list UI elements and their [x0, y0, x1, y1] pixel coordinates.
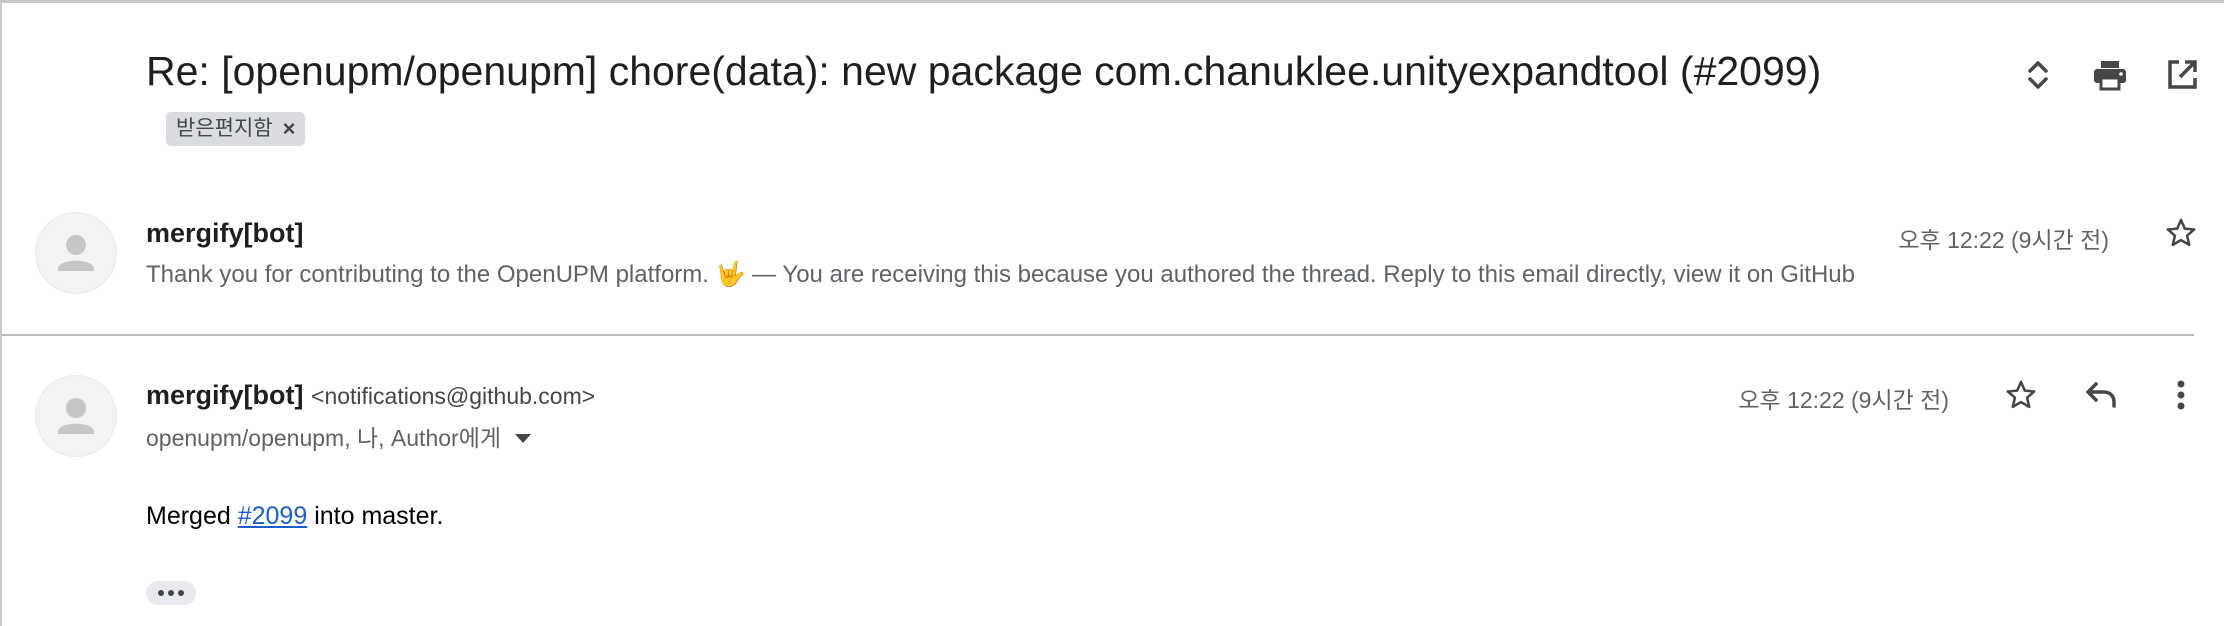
default-avatar-icon [58, 235, 94, 271]
thread-subject: Re: [openupm/openupm] chore(data): new p… [146, 43, 1866, 155]
recipients-text: openupm/openupm, 나, Author에게 [146, 425, 502, 451]
message-divider [2, 334, 2194, 336]
sender-email: <notifications@github.com> [311, 383, 596, 409]
collapsed-message-time: 오후 12:22 (9시간 전) [1898, 227, 2109, 253]
label-chip-text: 받은편지함 [176, 117, 273, 140]
show-details-dropdown-icon[interactable] [515, 433, 532, 443]
header-actions [2016, 53, 2204, 97]
message-body: Merged #2099 into master. [146, 502, 443, 531]
collapsed-message-snippet[interactable]: Thank you for contributing to the OpenUP… [146, 260, 1855, 289]
expanded-sender: mergify[bot] <notifications@github.com> [146, 380, 595, 411]
expand-collapse-icon[interactable] [2016, 53, 2060, 97]
star-icon[interactable] [2159, 211, 2203, 255]
pull-request-link[interactable]: #2099 [238, 502, 308, 530]
body-suffix: into master. [307, 502, 444, 530]
dot [158, 590, 164, 596]
sender-avatar[interactable] [35, 375, 117, 457]
print-icon[interactable] [2088, 53, 2132, 97]
email-thread-view: Re: [openupm/openupm] chore(data): new p… [0, 0, 2224, 626]
expanded-sender-name[interactable]: mergify[bot] [146, 380, 304, 410]
reply-icon[interactable] [2079, 373, 2123, 417]
dot [168, 590, 174, 596]
inbox-label-chip[interactable]: 받은편지함 × [166, 112, 306, 146]
body-prefix: Merged [146, 502, 238, 530]
collapsed-sender-name: mergify[bot] [146, 218, 304, 248]
dot [178, 590, 184, 596]
open-in-new-window-icon[interactable] [2160, 53, 2204, 97]
more-options-icon[interactable] [2159, 373, 2203, 417]
subject-text: Re: [openupm/openupm] chore(data): new p… [146, 48, 1822, 94]
recipients-line: openupm/openupm, 나, Author에게 [146, 419, 532, 453]
expanded-message-time: 오후 12:22 (9시간 전) [1738, 387, 1949, 413]
show-trimmed-content-button[interactable] [146, 581, 196, 605]
sender-avatar[interactable] [35, 212, 117, 294]
remove-label-icon[interactable]: × [283, 117, 296, 141]
star-icon[interactable] [1999, 373, 2043, 417]
default-avatar-icon [58, 398, 94, 434]
